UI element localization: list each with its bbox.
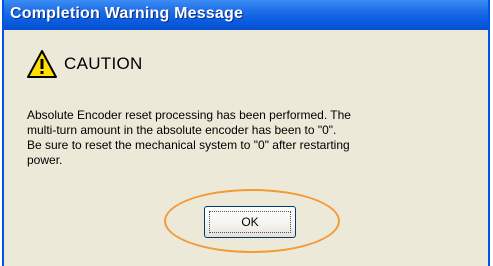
ok-button[interactable]: OK xyxy=(204,206,296,238)
warning-message: Absolute Encoder reset processing has be… xyxy=(27,108,487,168)
dialog-title: Completion Warning Message xyxy=(10,5,244,22)
warning-triangle-icon xyxy=(27,50,57,78)
dialog-window: Completion Warning Message CAUTION Absol… xyxy=(2,0,490,266)
message-line: Be sure to reset the mechanical system t… xyxy=(27,138,350,152)
caution-label: CAUTION xyxy=(64,54,143,73)
caution-header: CAUTION xyxy=(26,47,143,81)
message-line: Absolute Encoder reset processing has be… xyxy=(27,108,351,122)
title-bar[interactable]: Completion Warning Message xyxy=(4,0,488,30)
message-line: multi-turn amount in the absolute encode… xyxy=(27,123,337,137)
focus-rectangle xyxy=(209,211,291,233)
message-line: power. xyxy=(27,153,63,167)
